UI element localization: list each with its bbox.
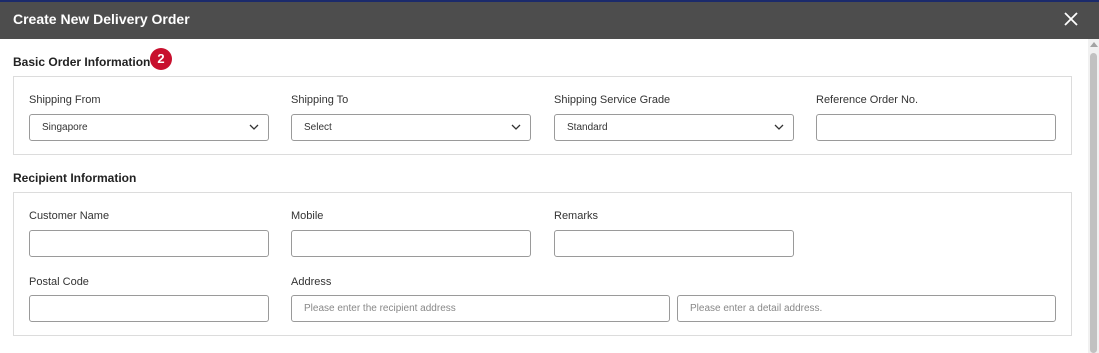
service-grade-value: Standard [567, 122, 608, 133]
shipping-to-label: Shipping To [291, 94, 349, 106]
mobile-input[interactable] [291, 230, 531, 257]
recipient-title: Recipient Information [13, 171, 137, 185]
dialog-title: Create New Delivery Order [13, 11, 190, 27]
mobile-label: Mobile [291, 210, 324, 222]
banner-strip [0, 0, 1099, 2]
recipient-panel: Customer Name Mobile Remarks Postal Code… [13, 192, 1072, 336]
basic-order-title: Basic Order Information [13, 55, 151, 69]
customer-name-input[interactable] [29, 230, 269, 257]
scroll-up-icon[interactable] [1090, 42, 1098, 47]
shipping-to-value: Select [304, 122, 332, 133]
address-input[interactable]: Please enter the recipient address [291, 295, 670, 322]
basic-order-panel: Shipping From Singapore Shipping To Sele… [13, 76, 1072, 155]
close-icon[interactable] [1060, 8, 1082, 30]
scrollbar-thumb[interactable] [1090, 53, 1097, 353]
shipping-from-value: Singapore [42, 122, 88, 133]
chevron-down-icon [249, 124, 259, 130]
chevron-down-icon [511, 124, 521, 130]
service-grade-select[interactable]: Standard [554, 114, 794, 141]
address-label: Address [291, 276, 332, 288]
dialog-header: Create New Delivery Order [0, 0, 1099, 39]
scrollbar[interactable] [1088, 39, 1099, 353]
shipping-from-label: Shipping From [29, 94, 101, 106]
remarks-input[interactable] [554, 230, 794, 257]
postal-code-label: Postal Code [29, 276, 89, 288]
detail-address-input[interactable]: Please enter a detail address. [677, 295, 1056, 322]
shipping-from-select[interactable]: Singapore [29, 114, 269, 141]
chevron-down-icon [774, 124, 784, 130]
service-grade-label: Shipping Service Grade [554, 94, 671, 106]
step-badge: 2 [150, 48, 172, 70]
remarks-label: Remarks [554, 210, 599, 222]
postal-code-input[interactable] [29, 295, 269, 322]
customer-name-label: Customer Name [29, 210, 110, 222]
shipping-to-select[interactable]: Select [291, 114, 531, 141]
reference-no-label: Reference Order No. [816, 94, 919, 106]
reference-no-input[interactable] [816, 114, 1056, 141]
